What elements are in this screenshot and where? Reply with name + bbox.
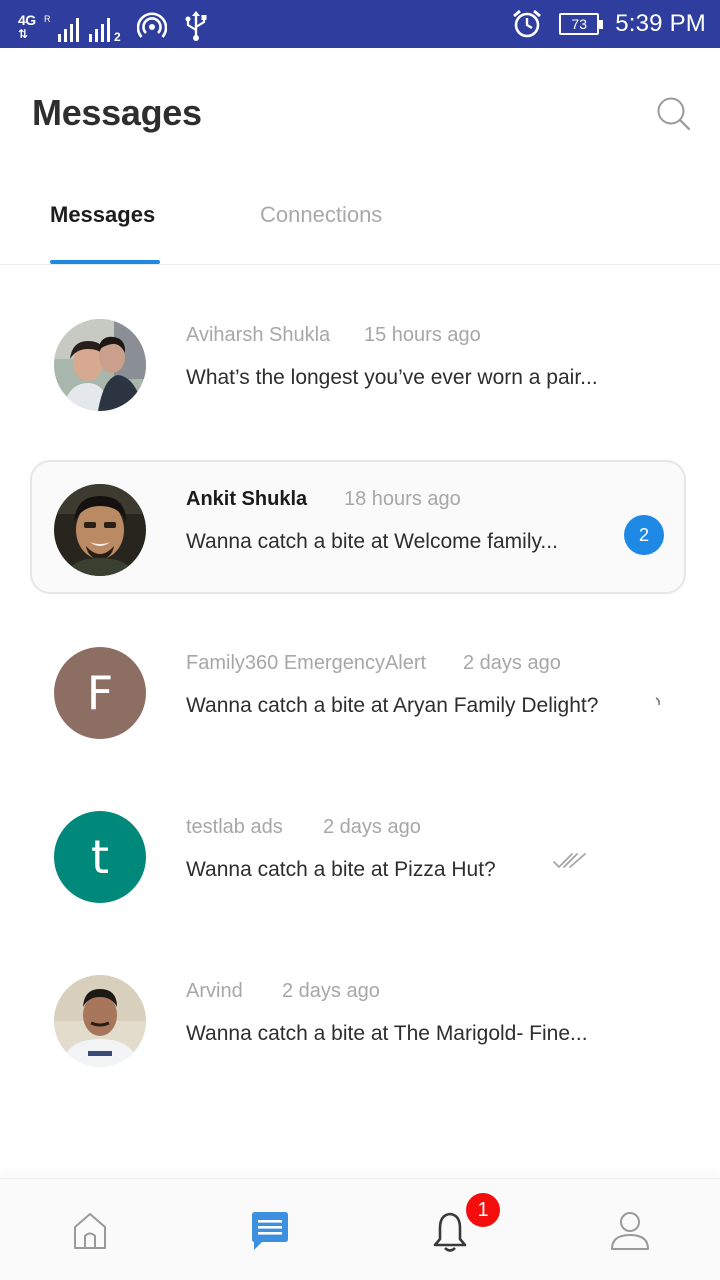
data-arrows-icon: ⇅ bbox=[18, 27, 29, 41]
search-icon bbox=[657, 97, 691, 131]
message-time: 18 hours ago bbox=[344, 488, 461, 510]
messages-icon bbox=[252, 1212, 288, 1250]
sender-name: testlab ads bbox=[186, 816, 283, 838]
message-preview: Wanna catch a bite at The Marigold- Fine… bbox=[186, 1022, 588, 1045]
tab-connections[interactable]: Connections bbox=[260, 202, 382, 228]
battery-icon: 73 bbox=[559, 13, 604, 35]
sender-name: Ankit Shukla bbox=[186, 488, 308, 510]
avatar bbox=[54, 484, 146, 576]
search-button[interactable] bbox=[652, 92, 696, 136]
tab-bar: Messages Connections bbox=[0, 180, 720, 265]
alarm-icon bbox=[513, 9, 542, 38]
nav-messages-button[interactable] bbox=[246, 1207, 294, 1255]
signal-sim2-icon bbox=[89, 16, 110, 42]
avatar bbox=[54, 319, 146, 411]
message-time: 15 hours ago bbox=[364, 324, 481, 346]
hotspot-icon bbox=[136, 12, 167, 38]
usb-icon bbox=[185, 11, 207, 41]
unread-count-badge: 2 bbox=[624, 515, 664, 555]
message-time: 2 days ago bbox=[463, 652, 561, 674]
message-preview: Wanna catch a bite at Aryan Family Delig… bbox=[186, 694, 599, 717]
message-preview: What’s the longest you’ve ever worn a pa… bbox=[186, 366, 598, 389]
status-time: 5:39 PM bbox=[615, 10, 706, 37]
avatar: t bbox=[54, 811, 146, 903]
nav-home-button[interactable] bbox=[66, 1207, 114, 1255]
avatar-letter: t bbox=[90, 830, 110, 884]
sender-name: Arvind bbox=[186, 980, 243, 1002]
message-time: 2 days ago bbox=[323, 816, 421, 838]
message-time: 2 days ago bbox=[282, 980, 380, 1002]
sending-indicator-icon bbox=[655, 697, 660, 706]
active-tab-indicator bbox=[50, 260, 160, 264]
conversation-item[interactable]: t testlab ads 2 days ago Wanna catch a b… bbox=[30, 790, 686, 924]
avatar: F bbox=[54, 647, 146, 739]
mobile-data-indicator: 4G R ⇅ bbox=[18, 12, 74, 42]
profile-icon bbox=[611, 1212, 649, 1250]
message-preview: Wanna catch a bite at Welcome family... bbox=[186, 530, 558, 553]
sim2-label: 2 bbox=[114, 30, 121, 44]
double-check-icon bbox=[553, 853, 586, 869]
sender-name: Aviharsh Shukla bbox=[186, 324, 331, 346]
home-icon bbox=[74, 1213, 106, 1249]
tab-messages[interactable]: Messages bbox=[50, 202, 155, 228]
notification-count-badge: 1 bbox=[464, 1191, 502, 1229]
conversation-item[interactable]: F Family360 EmergencyAlert 2 days ago Wa… bbox=[30, 626, 686, 760]
avatar bbox=[54, 975, 146, 1067]
conversation-item[interactable]: Aviharsh Shukla 15 hours ago What’s the … bbox=[30, 298, 686, 432]
conversation-item-selected[interactable]: Ankit Shukla 18 hours ago Wanna catch a … bbox=[30, 460, 686, 594]
conversation-item[interactable]: Arvind 2 days ago Wanna catch a bite at … bbox=[30, 954, 686, 1088]
battery-level: 73 bbox=[571, 16, 587, 32]
sender-name: Family360 EmergencyAlert bbox=[186, 652, 427, 674]
page-title: Messages bbox=[32, 92, 202, 133]
avatar-letter: F bbox=[86, 666, 114, 720]
network-type-label: 4G bbox=[18, 12, 36, 28]
roaming-label: R bbox=[44, 14, 51, 24]
status-bar: 4G R ⇅ 2 73 5:39 PM bbox=[0, 0, 720, 48]
nav-profile-button[interactable] bbox=[606, 1207, 654, 1255]
bottom-navigation: 1 bbox=[0, 1178, 720, 1280]
message-preview: Wanna catch a bite at Pizza Hut? bbox=[186, 858, 496, 881]
